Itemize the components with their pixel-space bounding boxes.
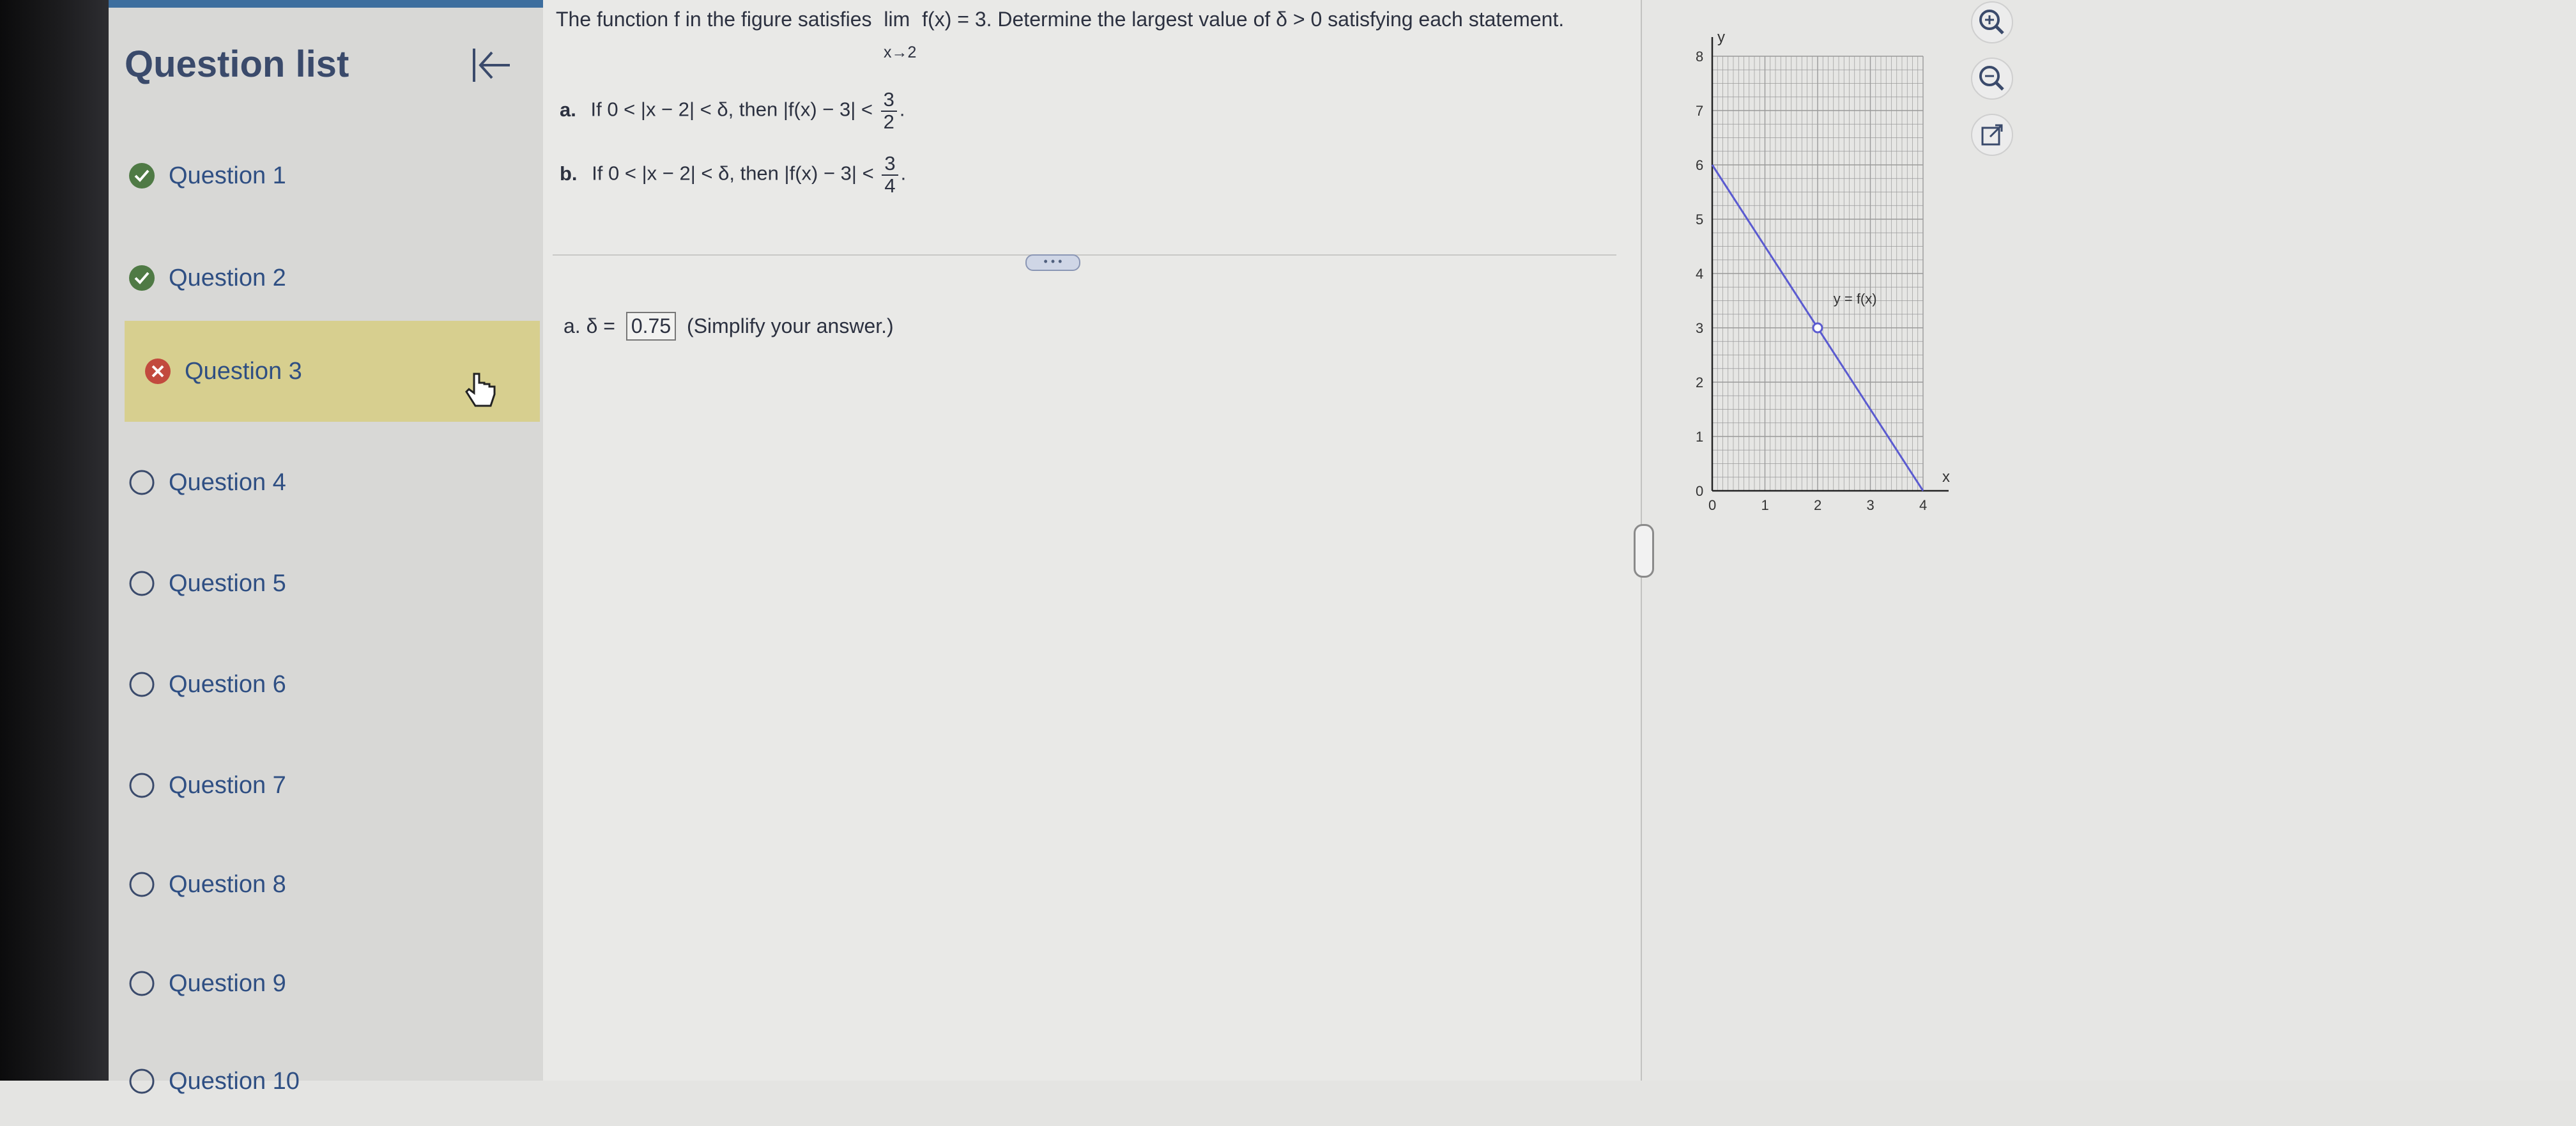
answer-prefix: a. δ = xyxy=(564,314,615,337)
graph-grid xyxy=(1712,56,1924,491)
sidebar-item-label: Question 6 xyxy=(169,670,286,698)
sidebar-item-question-5[interactable]: Question 5 xyxy=(128,539,543,628)
empty-circle-icon xyxy=(129,571,155,596)
sidebar-item-label: Question 4 xyxy=(169,468,286,496)
function-graph: y = f(x) y x 0 1 2 3 4 0 1 2 3 4 5 6 7 8 xyxy=(1696,32,1950,513)
y-tick-label: 8 xyxy=(1696,49,1703,65)
zoom-out-button[interactable] xyxy=(1971,58,2013,100)
part-b-label: b. xyxy=(560,162,578,185)
empty-circle-icon xyxy=(129,470,155,495)
part-b-fraction: 3 4 xyxy=(882,153,898,196)
prompt-start: The function f in the figure satisfies xyxy=(556,8,872,31)
y-tick-label: 4 xyxy=(1696,266,1703,282)
question-panel: The function f in the figure satisfies l… xyxy=(543,0,1642,1081)
zoom-out-icon xyxy=(1979,66,2004,91)
collapse-left-icon[interactable] xyxy=(466,40,518,91)
sidebar-item-label: Question 5 xyxy=(169,569,286,597)
x-tick-label: 1 xyxy=(1761,497,1769,513)
question-list-sidebar: Question list Question 1 Question 2 Ques… xyxy=(109,8,543,1095)
question-prompt: The function f in the figure satisfies l… xyxy=(556,8,1564,31)
sidebar-title: Question list xyxy=(125,43,349,85)
sidebar-item-question-1[interactable]: Question 1 xyxy=(128,131,543,220)
sidebar-item-question-10[interactable]: Question 10 xyxy=(128,1037,543,1126)
answer-hint: (Simplify your answer.) xyxy=(687,314,894,337)
delta-answer-field[interactable]: 0.75 xyxy=(625,312,677,341)
x-circle-icon xyxy=(145,359,171,384)
hole-point xyxy=(1812,322,1823,334)
fraction-denominator: 2 xyxy=(883,110,894,133)
x-axis-label: x xyxy=(1942,468,1950,486)
answer-row: a. δ = 0.75 (Simplify your answer.) xyxy=(564,312,894,341)
panel-resize-handle[interactable] xyxy=(1634,524,1654,578)
sidebar-item-label: Question 7 xyxy=(169,771,286,799)
part-a: a. If 0 < |x − 2| < δ, then |f(x) − 3| <… xyxy=(560,88,905,133)
y-axis-label: y xyxy=(1717,32,1725,46)
divider-handle[interactable]: • • • xyxy=(1025,254,1080,271)
sidebar-item-question-9[interactable]: Question 9 xyxy=(128,939,543,1028)
sidebar-item-question-2[interactable]: Question 2 xyxy=(128,233,543,323)
external-link-icon xyxy=(1981,124,2003,146)
sidebar-item-label: Question 10 xyxy=(169,1067,300,1095)
limit-expression: f(x) = 3. Determine the largest value of… xyxy=(922,8,1565,31)
sidebar-item-label: Question 9 xyxy=(169,969,286,997)
x-tick-label: 0 xyxy=(1708,497,1716,513)
part-b: b. If 0 < |x − 2| < δ, then |f(x) − 3| <… xyxy=(560,152,907,197)
monitor-bezel xyxy=(0,0,109,1081)
part-b-text: If 0 < |x − 2| < δ, then |f(x) − 3| < xyxy=(592,162,874,185)
open-external-button[interactable] xyxy=(1971,114,2013,156)
y-tick-label: 5 xyxy=(1696,212,1703,228)
sidebar-item-question-7[interactable]: Question 7 xyxy=(128,741,543,830)
empty-circle-icon xyxy=(129,773,155,798)
x-tick-label: 3 xyxy=(1867,497,1874,513)
y-tick-label: 1 xyxy=(1696,429,1703,445)
sidebar-item-label: Question 8 xyxy=(169,870,286,898)
y-tick-label: 2 xyxy=(1696,374,1703,390)
check-circle-icon xyxy=(129,163,155,189)
zoom-in-icon xyxy=(1979,10,2004,35)
check-circle-icon xyxy=(129,265,155,291)
sidebar-item-question-8[interactable]: Question 8 xyxy=(128,840,543,929)
y-tick-label: 0 xyxy=(1696,483,1703,499)
sidebar-item-label: Question 3 xyxy=(185,357,302,385)
empty-circle-icon xyxy=(129,872,155,897)
y-tick-label: 6 xyxy=(1696,157,1703,173)
y-tick-label: 7 xyxy=(1696,103,1703,119)
curve-label: y = f(x) xyxy=(1834,291,1877,307)
zoom-in-button[interactable] xyxy=(1971,1,2013,43)
section-divider xyxy=(553,254,1616,256)
sidebar-item-label: Question 2 xyxy=(169,264,286,291)
hand-pointer-icon xyxy=(465,373,496,407)
empty-circle-icon xyxy=(129,1068,155,1094)
sidebar-item-label: Question 1 xyxy=(169,162,286,189)
x-tick-label: 2 xyxy=(1814,497,1821,513)
limit-operator: lim xyxy=(884,8,910,31)
sidebar-item-question-4[interactable]: Question 4 xyxy=(128,438,543,527)
fraction-numerator: 3 xyxy=(880,89,897,112)
fraction-denominator: 4 xyxy=(884,174,896,197)
empty-circle-icon xyxy=(129,672,155,697)
sidebar-item-question-6[interactable]: Question 6 xyxy=(128,640,543,729)
part-a-label: a. xyxy=(560,98,576,121)
part-a-fraction: 3 2 xyxy=(880,89,897,133)
limit-subscript: x→2 xyxy=(884,43,917,61)
empty-circle-icon xyxy=(129,971,155,996)
part-a-text: If 0 < |x − 2| < δ, then |f(x) − 3| < xyxy=(590,98,873,121)
y-tick-label: 3 xyxy=(1696,320,1703,336)
x-tick-label: 4 xyxy=(1919,497,1927,513)
fraction-numerator: 3 xyxy=(882,153,898,176)
